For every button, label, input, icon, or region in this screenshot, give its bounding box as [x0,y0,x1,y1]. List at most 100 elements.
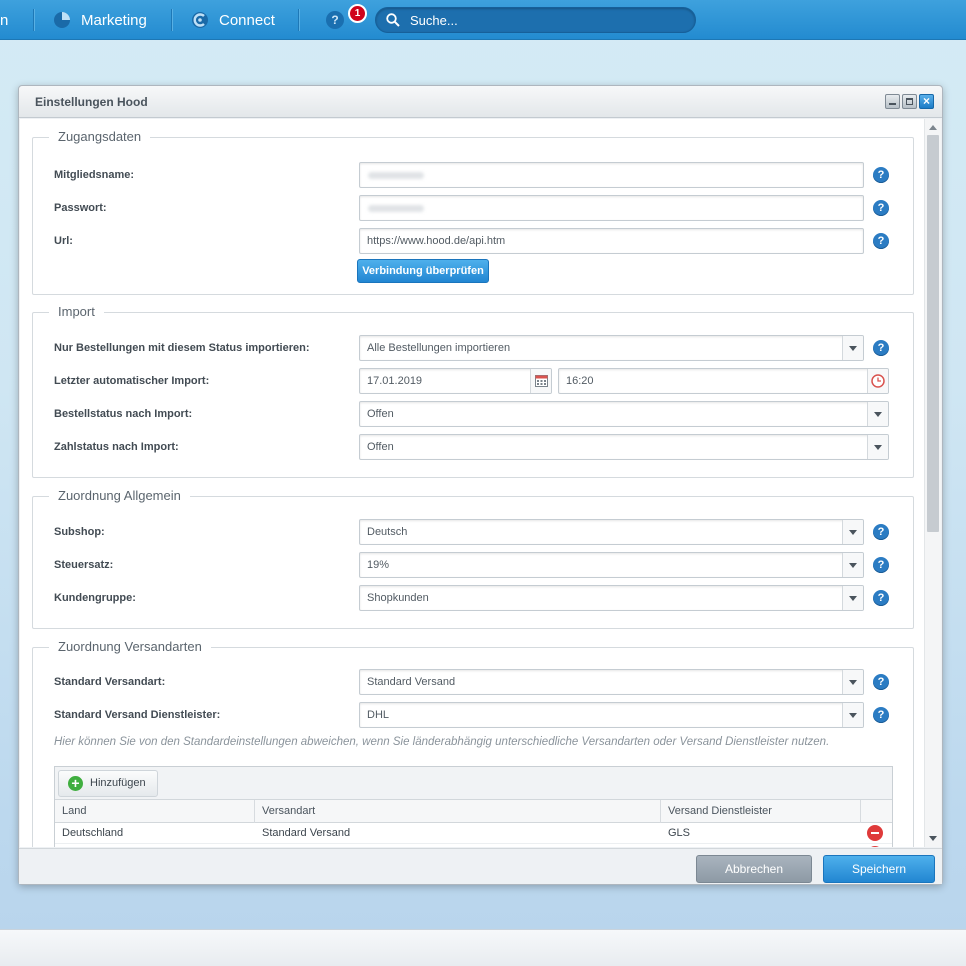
passwort-label: Passwort: [54,202,107,214]
order-status-select[interactable]: Offen [359,401,889,427]
cell-dienstleister: GLS [668,827,691,839]
chevron-down-icon[interactable] [842,336,863,360]
steuersatz-label: Steuersatz: [54,559,114,571]
import-status-select[interactable]: Alle Bestellungen importieren [359,335,864,361]
scroll-up-icon[interactable] [929,125,937,130]
delete-row-icon[interactable] [867,825,883,841]
notification-badge[interactable]: 1 [348,4,367,23]
scrollbar-thumb[interactable] [927,135,939,532]
help-icon[interactable]: ? [873,707,889,723]
kundengruppe-select[interactable]: Shopkunden [359,585,864,611]
passwort-field[interactable] [359,195,864,221]
help-icon[interactable]: ? [873,233,889,249]
kundengruppe-label: Kundengruppe: [54,592,136,604]
steuersatz-select[interactable]: 19% [359,552,864,578]
subshop-label: Subshop: [54,526,105,538]
row-subshop: Subshop: Deutsch ? [33,519,913,547]
steuersatz-value: 19% [367,559,390,571]
last-import-label: Letzter automatischer Import: [54,375,210,387]
subshop-select[interactable]: Deutsch [359,519,864,545]
grid-header: Land Versandart Versand Dienstleister [55,800,892,823]
chevron-down-icon[interactable] [842,553,863,577]
help-icon[interactable]: ? [326,11,344,29]
nav-item-marketing-label: Marketing [81,11,147,29]
nav-separator [171,9,172,31]
chevron-down-icon[interactable] [842,670,863,694]
calendar-icon[interactable] [530,369,551,393]
nav-item-connect[interactable]: Connect [191,0,275,40]
vertical-scrollbar[interactable] [924,119,941,847]
add-button[interactable]: + Hinzufügen [58,770,158,797]
mitgliedsname-label: Mitgliedsname: [54,169,135,181]
fieldset-legend: Zugangsdaten [49,129,151,144]
cell-land: Deutschland [62,827,124,839]
help-icon[interactable]: ? [873,674,889,690]
payment-status-select[interactable]: Offen [359,434,889,460]
chevron-down-icon[interactable] [842,520,863,544]
chevron-down-icon[interactable] [842,586,863,610]
window-title: Einstellungen Hood [35,95,148,109]
chevron-down-icon[interactable] [867,402,888,426]
save-button[interactable]: Speichern [823,855,935,883]
chevron-down-icon[interactable] [867,435,888,459]
help-icon[interactable]: ? [873,167,889,183]
fieldset-import: Import Nur Bestellungen mit diesem Statu… [32,304,914,478]
plus-icon: + [68,776,83,791]
versand-dienstleister-value: DHL [367,709,390,721]
column-header-dienstleister[interactable]: Versand Dienstleister [661,800,861,823]
delete-row-icon[interactable] [867,846,883,847]
help-icon[interactable]: ? [873,524,889,540]
help-icon[interactable]: ? [873,340,889,356]
bottom-bar [0,929,966,966]
payment-status-label: Zahlstatus nach Import: [54,441,179,453]
settings-window: Einstellungen Hood × Zugangsdaten Mitgli… [18,85,943,885]
clock-icon[interactable] [867,369,888,393]
window-content: Zugangsdaten Mitgliedsname: ? Passwort: … [20,119,924,847]
last-import-date-field[interactable]: 17.01.2019 [359,368,552,394]
kundengruppe-value: Shopkunden [367,592,429,604]
maximize-icon[interactable] [902,94,917,109]
versand-dienstleister-select[interactable]: DHL [359,702,864,728]
column-header-versandart[interactable]: Versandart [255,800,661,823]
add-button-label: Hinzufügen [90,777,146,789]
fieldset-zuordnung-versandarten: Zuordnung Versandarten Standard Versanda… [32,639,914,847]
row-versand-dienstleister: Standard Versand Dienstleister: DHL ? [33,702,913,730]
url-field[interactable]: https://www.hood.de/api.htm [359,228,864,254]
last-import-time-field[interactable]: 16:20 [558,368,889,394]
column-header-land[interactable]: Land [55,800,255,823]
nav-item-partial-label: n [0,11,9,29]
fieldset-legend: Zuordnung Allgemein [49,488,190,503]
fieldset-legend: Zuordnung Versandarten [49,639,211,654]
close-icon[interactable]: × [919,94,934,109]
help-icon[interactable]: ? [873,590,889,606]
nav-item-partial[interactable]: n [0,0,8,40]
row-order-status: Bestellstatus nach Import: Offen [33,401,913,429]
mitgliedsname-field[interactable] [359,162,864,188]
search-input[interactable]: Suche... [375,7,696,33]
cancel-button[interactable]: Abbrechen [696,855,812,883]
help-icon[interactable]: ? [873,557,889,573]
standard-versandart-select[interactable]: Standard Versand [359,669,864,695]
last-import-date-value: 17.01.2019 [367,375,423,387]
scroll-down-icon[interactable] [929,836,937,841]
row-payment-status: Zahlstatus nach Import: Offen [33,434,913,462]
fieldset-legend: Import [49,304,104,319]
row-passwort: Passwort: ? [33,195,913,223]
url-label: Url: [54,235,73,247]
row-last-import: Letzter automatischer Import: 17.01.2019… [33,368,913,396]
nav-separator [298,9,299,31]
row-steuersatz: Steuersatz: 19% ? [33,552,913,580]
cell-versandart: Standard Versand [262,827,351,839]
minimize-icon[interactable] [885,94,900,109]
help-icon[interactable]: ? [873,200,889,216]
top-navigation-bar: n Marketing Connect ? 1 Suche... [0,0,966,40]
table-row[interactable]: Deutschland Standard Versand GLS [55,823,892,844]
nav-item-marketing[interactable]: Marketing [53,0,147,40]
pie-chart-icon [54,12,70,28]
last-import-time-value: 16:20 [566,375,594,387]
verify-connection-button[interactable]: Verbindung überprüfen [357,259,489,283]
chevron-down-icon[interactable] [842,703,863,727]
versand-dienstleister-label: Standard Versand Dienstleister: [54,709,221,721]
standard-versandart-label: Standard Versandart: [54,676,166,688]
window-titlebar[interactable]: Einstellungen Hood × [19,86,942,118]
